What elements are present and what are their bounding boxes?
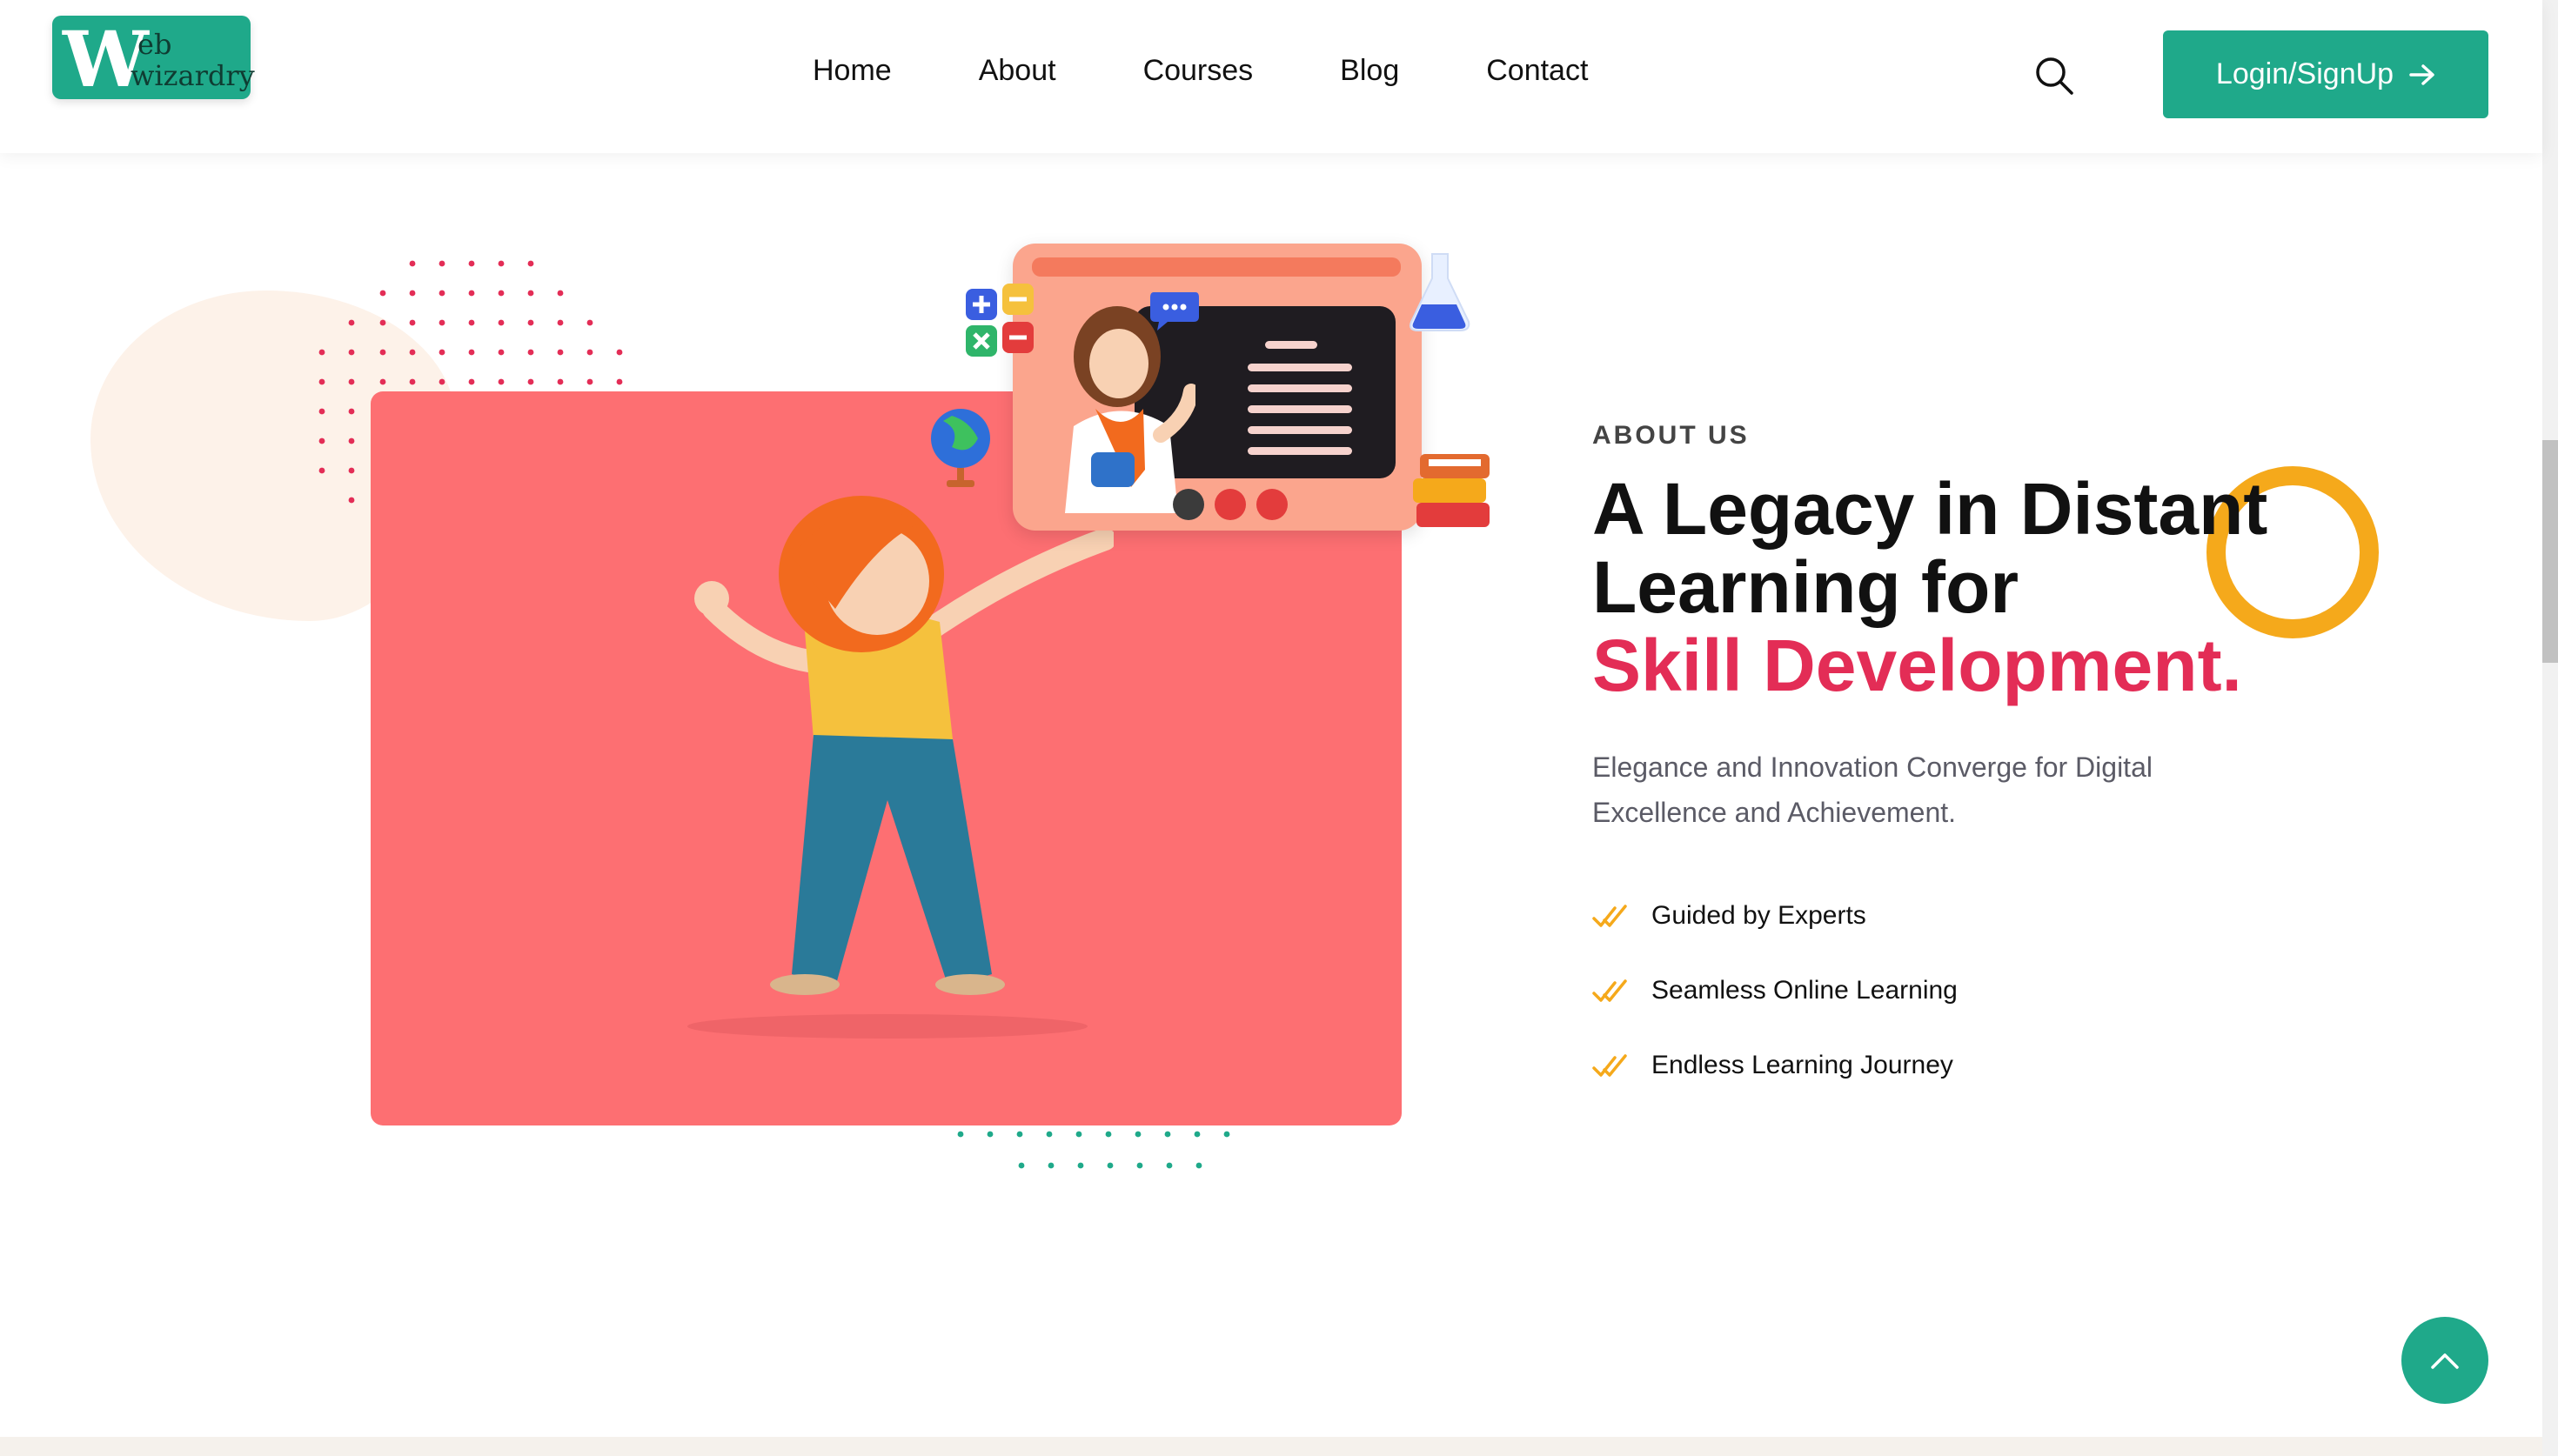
double-check-icon <box>1592 905 1627 927</box>
logo-text-bottom: wizardry <box>131 59 255 92</box>
hero-title-accent: Skill Development. <box>1592 624 2242 706</box>
chevron-up-icon <box>2431 1353 2459 1369</box>
math-symbols-icon <box>966 284 1034 357</box>
login-signup-label: Login/SignUp <box>2215 57 2394 90</box>
books-icon <box>1413 454 1490 527</box>
mic-icon <box>1173 489 1204 520</box>
logo-text-top: eb <box>137 28 172 61</box>
feature-label: Seamless Online Learning <box>1651 976 1958 1005</box>
flask-icon <box>1410 253 1470 331</box>
feature-item: Seamless Online Learning <box>1592 953 1958 1028</box>
hero-title-line2: Learning for <box>1592 546 2019 628</box>
feature-label: Endless Learning Journey <box>1651 1051 1953 1079</box>
next-section-edge <box>0 1437 2542 1456</box>
scrollbar-track[interactable] <box>2542 0 2558 1456</box>
double-check-icon <box>1592 979 1627 1002</box>
feature-item: Guided by Experts <box>1592 878 1958 953</box>
section-eyebrow: ABOUT US <box>1592 421 1750 450</box>
site-header: W eb wizardry Home About Courses Blog Co… <box>0 0 2542 153</box>
chat-bubble-icon <box>1150 292 1199 331</box>
hero-title-line1: A Legacy in Distant <box>1592 468 2268 550</box>
arrow-right-icon <box>2409 63 2434 85</box>
video-call-card <box>1013 244 1422 531</box>
feature-item: Endless Learning Journey <box>1592 1028 1958 1103</box>
main-nav: Home About Courses Blog Contact <box>813 54 1588 88</box>
search-icon[interactable] <box>2034 56 2074 96</box>
nav-blog[interactable]: Blog <box>1340 54 1399 88</box>
student-figure-illustration <box>687 496 1114 1039</box>
double-check-icon <box>1592 1054 1627 1077</box>
scrollbar-thumb[interactable] <box>2542 440 2558 663</box>
camera-off-icon <box>1215 489 1246 520</box>
nav-courses[interactable]: Courses <box>1143 54 1254 88</box>
scroll-to-top-button[interactable] <box>2401 1317 2488 1404</box>
globe-icon <box>931 409 990 487</box>
hero-description: Elegance and Innovation Converge for Dig… <box>1592 751 2153 828</box>
teal-dot-pattern <box>957 1131 1230 1169</box>
login-signup-button[interactable]: Login/SignUp <box>2163 30 2488 118</box>
nav-contact[interactable]: Contact <box>1486 54 1588 88</box>
feature-label: Guided by Experts <box>1651 901 1866 930</box>
window-bar <box>1032 257 1401 277</box>
end-call-icon <box>1256 489 1288 520</box>
hero-title: A Legacy in Distant Learning for Skill D… <box>1592 470 2267 705</box>
feature-list: Guided by Experts Seamless Online Learni… <box>1592 878 1958 1103</box>
nav-home[interactable]: Home <box>813 54 892 88</box>
logo[interactable]: W eb wizardry <box>52 16 255 101</box>
nav-about[interactable]: About <box>979 54 1056 88</box>
